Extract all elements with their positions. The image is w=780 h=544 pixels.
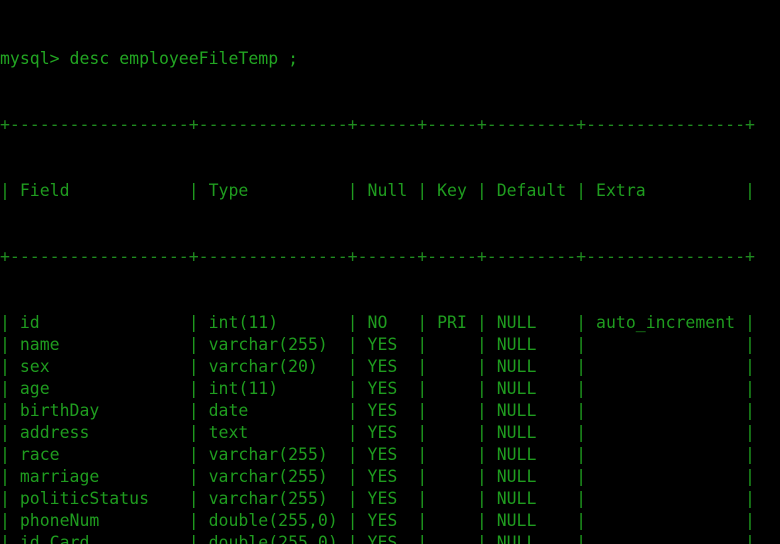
table-row: | sex | varchar(20) | YES | | NULL | | — [0, 357, 755, 376]
table-body: | id | int(11) | NO | PRI | NULL | auto_… — [0, 312, 755, 544]
table-row: | age | int(11) | YES | | NULL | | — [0, 379, 755, 398]
prompt-line: mysql> desc employeeFileTemp ; — [0, 49, 299, 68]
table-row: | id | int(11) | NO | PRI | NULL | auto_… — [0, 313, 755, 332]
table-row: | birthDay | date | YES | | NULL | | — [0, 401, 755, 420]
table-row: | phoneNum | double(255,0) | YES | | NUL… — [0, 511, 755, 530]
table-row: | address | text | YES | | NULL | | — [0, 423, 755, 442]
table-row: | race | varchar(255) | YES | | NULL | | — [0, 445, 755, 464]
table-rule-header: +------------------+---------------+----… — [0, 247, 755, 266]
table-rule-top: +------------------+---------------+----… — [0, 115, 755, 134]
table-header-row: | Field | Type | Null | Key | Default | … — [0, 181, 755, 200]
table-row: | marriage | varchar(255) | YES | | NULL… — [0, 467, 755, 486]
table-row: | name | varchar(255) | YES | | NULL | | — [0, 335, 755, 354]
terminal-window[interactable]: mysql> desc employeeFileTemp ; +--------… — [0, 0, 780, 544]
table-row: | politicStatus | varchar(255) | YES | |… — [0, 489, 755, 508]
terminal-screen: mysql> desc employeeFileTemp ; +--------… — [0, 4, 755, 544]
table-row: | id_Card | double(255,0) | YES | | NULL… — [0, 533, 755, 544]
